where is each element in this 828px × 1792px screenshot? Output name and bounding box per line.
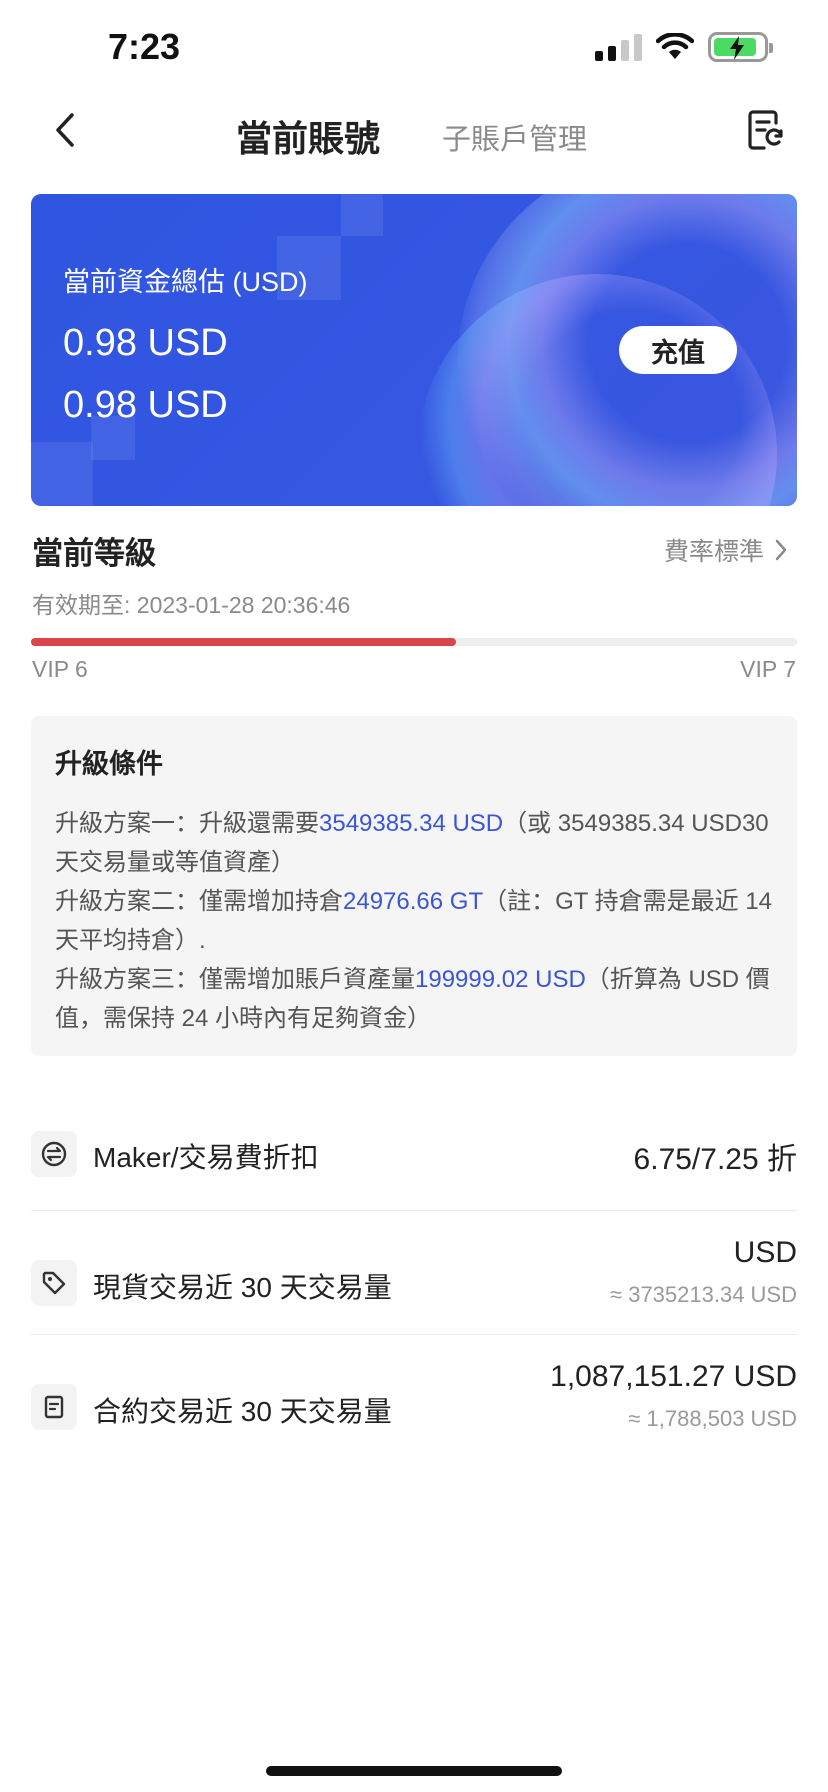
spot-volume-value: USD: [733, 1236, 797, 1269]
records-button[interactable]: [742, 106, 790, 154]
contract-document-icon: [31, 1384, 77, 1430]
total-assets-amount: 0.98 USD: [63, 322, 228, 364]
status-icons: [595, 32, 773, 62]
fee-standard-label: 費率標準: [663, 538, 764, 566]
battery-icon: [708, 32, 773, 62]
upgrade-plan-3: 升級方案三：僅需增加賬戶資產量199999.02 USD（折算為 USD 價值，…: [55, 966, 770, 1032]
asset-summary-card: 當前資金總估 (USD) 0.98 USD 0.98 USD 充值: [31, 194, 797, 506]
total-assets-amount-secondary: 0.98 USD: [63, 384, 228, 426]
futures-volume-value: 1,087,151.27 USD: [550, 1360, 797, 1393]
chevron-left-icon: [56, 113, 74, 147]
current-level-title: 當前等級: [32, 536, 156, 571]
fee-discount-value: 6.75/7.25 折: [633, 1143, 797, 1176]
futures-volume-sub: ≈ 1,788,503 USD: [628, 1406, 797, 1431]
futures-volume-label: 合約交易近 30 天交易量: [93, 1396, 392, 1427]
level-valid-until: 有效期至: 2023-01-28 20:36:46: [32, 592, 351, 618]
fee-standard-link[interactable]: 費率標準: [664, 532, 788, 568]
upgrade-conditions-panel: 升級條件 升級方案一：升級還需要3549385.34 USD（或 3549385…: [31, 716, 797, 1056]
exchange-icon: [31, 1131, 77, 1177]
home-indicator[interactable]: [266, 1766, 562, 1776]
upgrade-plan-1: 升級方案一：升級還需要3549385.34 USD（或 3549385.34 U…: [55, 810, 769, 876]
recharge-button[interactable]: 充值: [619, 326, 737, 374]
futures-volume-row: 合約交易近 30 天交易量 1,087,151.27 USD ≈ 1,788,5…: [31, 1358, 797, 1458]
status-bar: 7:23: [0, 0, 828, 96]
spot-volume-label: 現貨交易近 30 天交易量: [93, 1272, 392, 1303]
wifi-icon: [656, 33, 694, 59]
next-vip-label: VIP 7: [740, 656, 796, 682]
tab-current-account[interactable]: 當前賬號: [236, 110, 380, 162]
vip-progress-fill: [31, 638, 457, 646]
cellular-signal-icon: [595, 33, 642, 61]
spot-volume-sub: ≈ 3735213.34 USD: [610, 1282, 797, 1307]
top-navigation: 當前賬號 子賬戶管理: [0, 96, 828, 186]
current-vip-label: VIP 6: [32, 656, 88, 682]
back-button[interactable]: [40, 106, 88, 154]
plan-3-amount: 199999.02 USD: [415, 966, 586, 993]
total-assets-label: 當前資金總估 (USD): [63, 267, 308, 297]
upgrade-conditions-title: 升級條件: [55, 749, 163, 779]
plan-2-amount: 24976.66 GT: [343, 888, 484, 915]
upgrade-plan-2: 升級方案二：僅需增加持倉24976.66 GT（註：GT 持倉需是最近 14 天…: [55, 888, 773, 954]
fee-discount-label: Maker/交易費折扣: [93, 1142, 319, 1173]
document-refresh-icon: [748, 110, 783, 150]
price-tag-icon: [31, 1260, 77, 1306]
vip-progress-bar: [31, 638, 797, 646]
status-time: 7:23: [108, 26, 181, 67]
divider: [31, 1334, 797, 1335]
tab-subaccount-management[interactable]: 子賬戶管理: [442, 116, 587, 158]
chevron-right-icon: [775, 539, 787, 561]
upgrade-conditions-body: 升級方案一：升級還需要3549385.34 USD（或 3549385.34 U…: [55, 804, 775, 1038]
divider: [31, 1210, 797, 1211]
spot-volume-row: 現貨交易近 30 天交易量 USD ≈ 3735213.34 USD: [31, 1234, 797, 1334]
fee-discount-row: Maker/交易費折扣 6.75/7.25 折: [31, 1128, 797, 1180]
plan-1-amount: 3549385.34 USD: [319, 810, 504, 837]
